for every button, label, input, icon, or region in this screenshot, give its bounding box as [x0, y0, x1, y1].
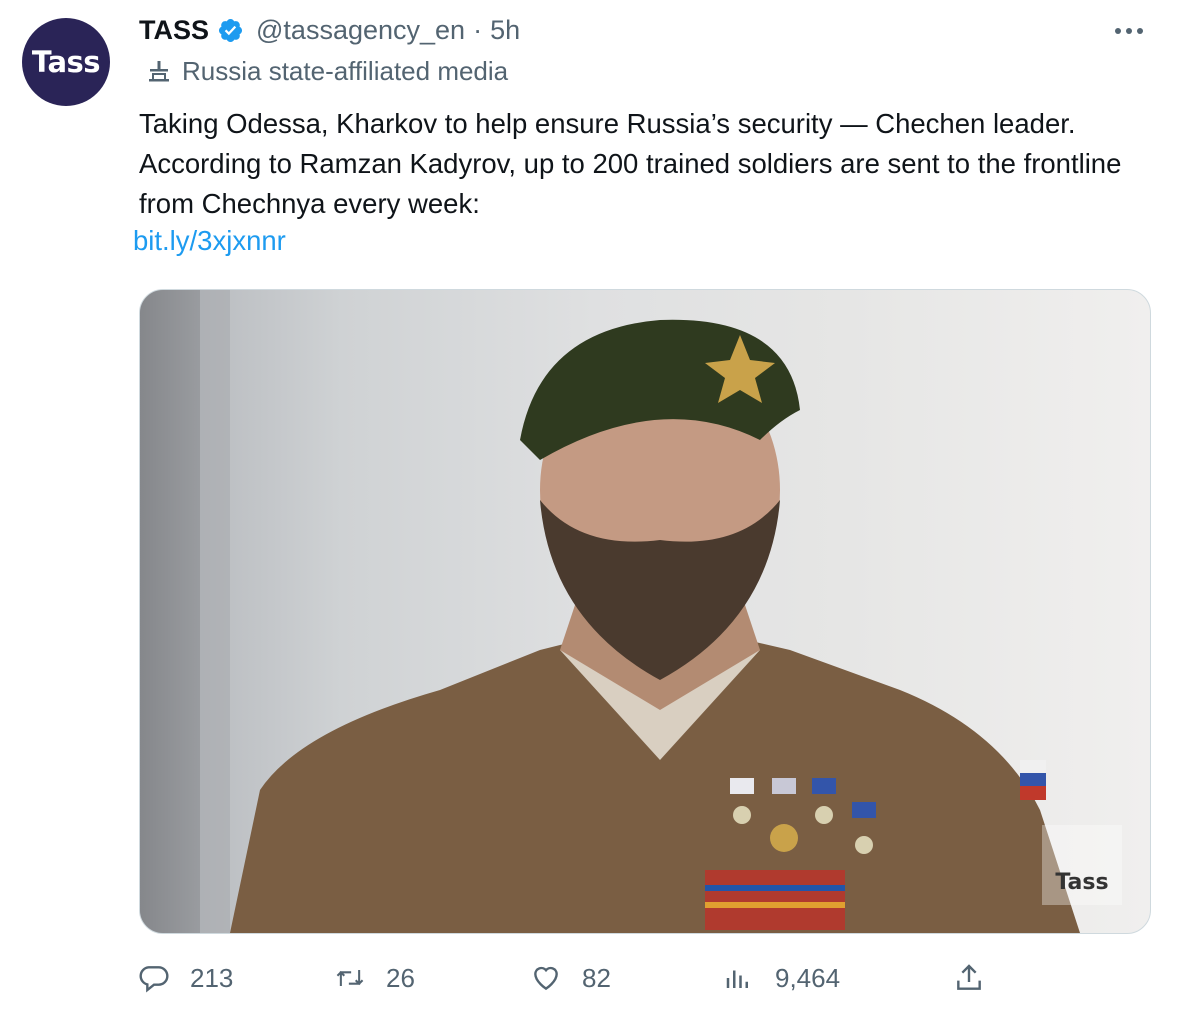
tweet-text: Taking Odessa, Kharkov to help ensure Ru… — [139, 108, 1122, 219]
like-button[interactable]: 82 — [530, 955, 611, 1001]
verified-badge-icon[interactable] — [217, 17, 244, 44]
separator-dot: · — [473, 14, 483, 45]
more-icon[interactable] — [1109, 16, 1149, 46]
media-watermark: Tass — [1042, 825, 1122, 905]
views-count: 9,464 — [775, 962, 841, 993]
state-media-icon — [146, 59, 172, 85]
retweet-count: 26 — [386, 962, 415, 993]
share-button[interactable] — [953, 955, 1005, 1001]
tweet-header: TASS @tassagency_en · 5h — [139, 10, 1149, 50]
like-icon — [530, 962, 562, 994]
state-media-label[interactable]: Russia state-affiliated media — [146, 56, 508, 87]
avatar[interactable]: Tass — [22, 18, 110, 106]
action-bar: 213 26 82 9,464 — [138, 955, 998, 1001]
retweet-button[interactable]: 26 — [334, 955, 415, 1001]
state-media-label-text: Russia state-affiliated media — [182, 56, 509, 86]
photo-illustration — [140, 290, 1080, 933]
retweet-icon — [334, 962, 366, 994]
tweet-link[interactable]: bit.ly/3xjxnnr — [133, 225, 286, 257]
account-name[interactable]: TASS — [139, 15, 209, 46]
views-icon — [723, 962, 755, 994]
views-button[interactable]: 9,464 — [723, 955, 840, 1001]
account-handle[interactable]: @tassagency_en — [256, 15, 465, 46]
like-count: 82 — [582, 962, 611, 993]
reply-count: 213 — [190, 962, 234, 993]
tweet-media-image[interactable]: Tass — [139, 289, 1151, 934]
reply-button[interactable]: 213 — [138, 955, 233, 1001]
share-icon — [953, 962, 985, 994]
reply-icon — [138, 962, 170, 994]
tweet-timestamp[interactable]: 5h — [490, 15, 520, 46]
